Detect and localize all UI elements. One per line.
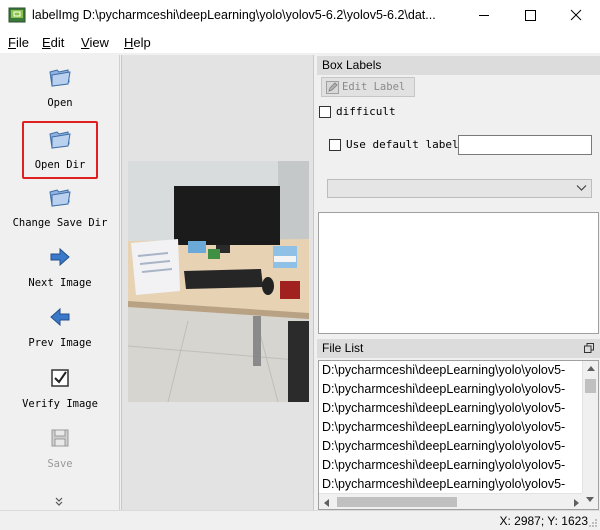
- save-label: Save: [47, 458, 73, 470]
- file-list-title: File List: [322, 341, 364, 355]
- menu-file[interactable]: File: [8, 35, 29, 50]
- verify-image-label: Verify Image: [22, 398, 98, 410]
- next-image-button[interactable]: Next Image: [0, 241, 120, 299]
- horizontal-scrollbar[interactable]: [319, 493, 584, 509]
- vertical-scrollbar[interactable]: [582, 361, 598, 494]
- file-list-item[interactable]: D:\pycharmceshi\deepLearning\yolo\yolov5…: [322, 439, 584, 458]
- menu-help[interactable]: Help: [124, 35, 151, 50]
- prev-image-button[interactable]: Prev Image: [0, 301, 120, 359]
- minimize-button[interactable]: [461, 0, 507, 31]
- label-combobox[interactable]: [327, 179, 592, 198]
- undock-icon[interactable]: [584, 343, 594, 353]
- pencil-icon: [326, 81, 339, 94]
- scroll-right-icon[interactable]: [574, 499, 580, 507]
- scroll-corner: [582, 493, 598, 509]
- horizontal-scroll-thumb[interactable]: [337, 497, 457, 507]
- use-default-label-label: Use default label: [346, 138, 459, 151]
- verify-image-button[interactable]: Verify Image: [0, 362, 120, 420]
- cursor-coordinates: X: 2987; Y: 1623: [499, 514, 588, 528]
- use-default-label-checkbox[interactable]: [329, 139, 341, 151]
- change-save-dir-button[interactable]: Change Save Dir: [0, 181, 120, 239]
- file-list-item[interactable]: D:\pycharmceshi\deepLearning\yolo\yolov5…: [322, 458, 584, 477]
- label-list[interactable]: [318, 212, 599, 334]
- change-save-dir-label: Change Save Dir: [12, 217, 108, 229]
- scroll-left-icon[interactable]: [323, 499, 329, 507]
- close-button[interactable]: [553, 0, 599, 31]
- save-button[interactable]: Save: [0, 422, 120, 480]
- file-list-item[interactable]: D:\pycharmceshi\deepLearning\yolo\yolov5…: [322, 382, 584, 401]
- checkbox-checked-icon: [51, 369, 69, 387]
- maximize-icon: [525, 10, 536, 21]
- box-labels-header: Box Labels: [317, 56, 600, 75]
- title-bar: labelImg D:\pycharmceshi\deepLearning\yo…: [0, 0, 600, 31]
- open-button[interactable]: Open: [0, 61, 120, 119]
- open-dir-button[interactable]: Open Dir: [22, 121, 98, 179]
- menu-bar: File Edit View Help: [0, 31, 600, 53]
- menu-edit[interactable]: Edit: [42, 35, 64, 50]
- window-title: labelImg D:\pycharmceshi\deepLearning\yo…: [32, 8, 436, 22]
- resize-grip-icon[interactable]: [588, 518, 598, 528]
- box-labels-panel: Box Labels Edit Label difficult Use defa…: [317, 55, 600, 335]
- image-canvas[interactable]: [121, 55, 314, 510]
- edit-label-button[interactable]: Edit Label: [321, 77, 415, 97]
- arrow-left-icon: [50, 307, 70, 327]
- difficult-checkbox[interactable]: [319, 106, 331, 118]
- open-dir-label: Open Dir: [34, 159, 86, 171]
- folder-open-icon: [49, 189, 71, 207]
- scroll-down-icon[interactable]: [586, 497, 594, 503]
- file-list[interactable]: D:\pycharmceshi\deepLearning\yolo\yolov5…: [318, 360, 599, 510]
- labelimg-app-icon: [8, 7, 26, 23]
- maximize-button[interactable]: [507, 0, 553, 31]
- open-label: Open: [47, 97, 73, 109]
- chevron-double-down-icon[interactable]: [54, 497, 64, 507]
- file-list-item[interactable]: D:\pycharmceshi\deepLearning\yolo\yolov5…: [322, 420, 584, 439]
- scroll-up-icon[interactable]: [587, 365, 595, 371]
- file-list-panel: File List D:\pycharmceshi\deepLearning\y…: [317, 339, 600, 510]
- status-bar: X: 2987; Y: 1623: [0, 510, 600, 530]
- file-list-item[interactable]: D:\pycharmceshi\deepLearning\yolo\yolov5…: [322, 401, 584, 420]
- edit-label-text: Edit Label: [342, 81, 406, 93]
- folder-open-icon: [49, 69, 71, 87]
- arrow-right-icon: [50, 247, 70, 267]
- folder-open-icon: [49, 131, 71, 149]
- minimize-icon: [479, 15, 489, 16]
- next-image-label: Next Image: [28, 277, 92, 289]
- desk-photo-image[interactable]: [128, 161, 309, 402]
- prev-image-label: Prev Image: [28, 337, 92, 349]
- menu-view[interactable]: View: [81, 35, 109, 50]
- left-toolbar: Open Open Dir Change Save Dir Next Image…: [0, 55, 120, 510]
- file-list-item[interactable]: D:\pycharmceshi\deepLearning\yolo\yolov5…: [322, 363, 584, 382]
- file-list-header: File List: [317, 339, 600, 358]
- default-label-input[interactable]: [458, 135, 592, 155]
- floppy-disk-icon: [51, 429, 69, 447]
- difficult-label: difficult: [336, 105, 396, 118]
- vertical-scroll-thumb[interactable]: [585, 379, 596, 393]
- chevron-down-icon: [576, 185, 587, 191]
- close-icon: [570, 9, 582, 21]
